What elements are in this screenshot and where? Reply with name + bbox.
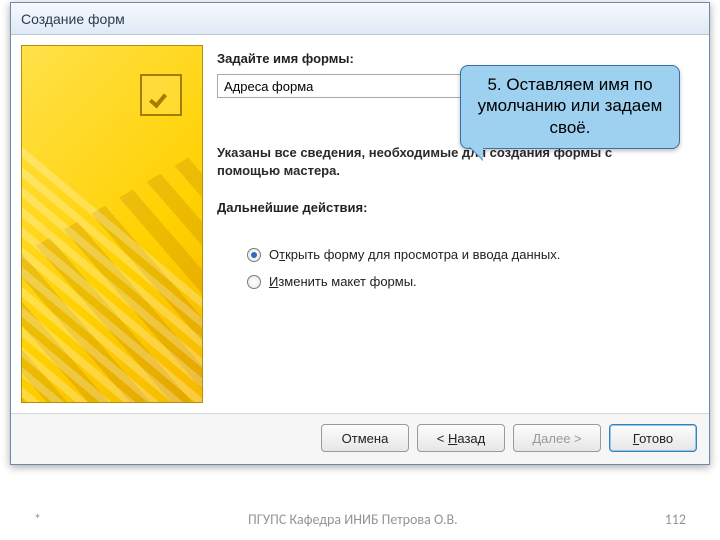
finish-button[interactable]: Готово: [609, 424, 697, 452]
wizard-description: Указаны все сведения, необходимые для со…: [217, 144, 657, 180]
footer-right: 112: [665, 511, 686, 528]
form-name-label: Задайте имя формы:: [217, 51, 699, 66]
footer-center: ПГУПС Кафедра ИНИБ Петрова О.В.: [248, 511, 458, 528]
form-name-input[interactable]: [217, 74, 467, 98]
checkmark-icon: [140, 74, 182, 116]
dialog-title-bar: Создание форм: [11, 3, 709, 35]
dialog-button-row: Отмена < Назад Далее > Готово: [11, 413, 709, 464]
radio-modify-label: Изменить макет формы.: [269, 274, 417, 289]
radio-open-form[interactable]: Открыть форму для просмотра и ввода данн…: [247, 247, 699, 262]
radio-modify-form[interactable]: Изменить макет формы.: [247, 274, 699, 289]
footer-left: *: [34, 511, 41, 528]
radio-indicator-icon: [247, 275, 261, 289]
radio-open-label: Открыть форму для просмотра и ввода данн…: [269, 247, 560, 262]
radio-group: Открыть форму для просмотра и ввода данн…: [217, 235, 699, 301]
slide-footer: * ПГУПС Кафедра ИНИБ Петрова О.В. 112: [0, 511, 720, 528]
dialog-title: Создание форм: [21, 11, 125, 27]
annotation-callout: 5. Оставляем имя по умолчанию или задаем…: [460, 65, 680, 149]
cancel-button[interactable]: Отмена: [321, 424, 409, 452]
wizard-side-graphic: [21, 45, 203, 403]
radio-indicator-icon: [247, 248, 261, 262]
actions-label: Дальнейшие действия:: [217, 200, 699, 215]
back-button[interactable]: < Назад: [417, 424, 505, 452]
next-button: Далее >: [513, 424, 601, 452]
